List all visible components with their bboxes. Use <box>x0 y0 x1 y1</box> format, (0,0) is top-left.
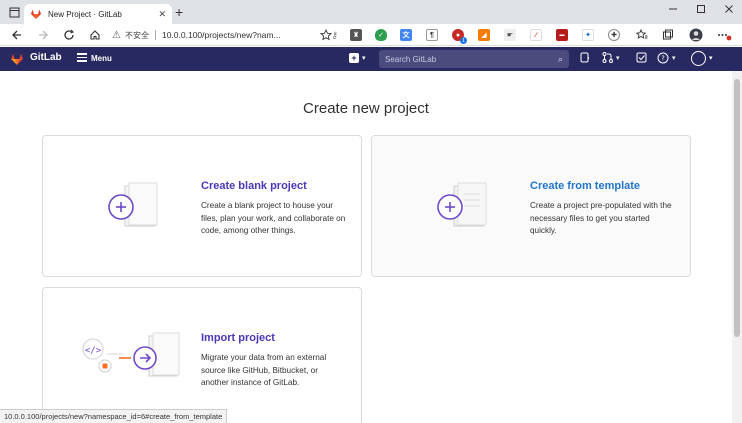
new-tab-button[interactable]: + <box>175 5 183 19</box>
extension-2-icon[interactable]: ¶ <box>426 29 438 41</box>
issues-icon[interactable] <box>580 52 590 66</box>
user-avatar[interactable] <box>691 51 706 66</box>
tab-actions-icon[interactable] <box>6 4 22 20</box>
window-close-icon[interactable] <box>724 4 734 17</box>
url-text[interactable]: 10.0.0.100/projects/new?nam... <box>162 30 327 40</box>
extensions-puzzle-icon[interactable]: ✚ <box>608 29 620 41</box>
browser-tab[interactable]: New Project · GitLab ✕ <box>24 4 172 24</box>
chevron-down-icon[interactable]: ▾ <box>616 54 620 62</box>
tab-close-icon[interactable]: ✕ <box>158 9 166 20</box>
gitlab-favicon-icon <box>31 9 41 19</box>
scrollbar-thumb[interactable] <box>734 79 740 337</box>
bookmark-star-icon[interactable] <box>318 27 334 43</box>
tab-title: New Project · GitLab <box>48 9 122 19</box>
browser-window: New Project · GitLab ✕ + ⚠ 不安全 10.0.0.10… <box>0 0 742 423</box>
insecure-label[interactable]: 不安全 <box>125 30 149 41</box>
hamburger-menu-icon[interactable] <box>77 53 87 63</box>
help-icon[interactable]: ? <box>657 52 669 67</box>
favorites-icon[interactable] <box>634 27 650 43</box>
card-title[interactable]: Create from template <box>530 180 640 192</box>
card-description: Create a project pre-populated with the … <box>530 201 672 235</box>
import-illustration-icon: </> <box>82 332 180 377</box>
search-icon[interactable]: ⌕ <box>558 54 563 65</box>
new-item-plus-icon[interactable]: + <box>349 53 359 63</box>
omnibox-divider <box>154 30 156 40</box>
gitlab-brand[interactable]: GitLab <box>30 52 62 63</box>
chevron-down-icon[interactable]: ▾ <box>672 54 676 62</box>
warning-icon[interactable]: ⚠ <box>112 30 121 41</box>
merge-requests-icon[interactable] <box>602 52 614 66</box>
gitlab-header: GitLab Menu + ▾ Search GitLab ⌕ ▾ ? ▾ ▾ <box>0 47 742 71</box>
gitlab-logo-icon[interactable] <box>10 52 24 66</box>
chevron-down-icon[interactable]: ▾ <box>362 54 366 62</box>
more-options-icon[interactable] <box>716 27 732 43</box>
profile-avatar-icon[interactable] <box>688 27 704 43</box>
minimize-icon[interactable] <box>668 4 678 17</box>
reload-icon[interactable] <box>61 27 77 43</box>
collections-icon[interactable] <box>660 27 676 43</box>
svg-text:?: ? <box>661 55 665 63</box>
search-input[interactable]: Search GitLab ⌕ <box>379 50 569 68</box>
extension-5-icon[interactable]: ☛ <box>504 29 516 41</box>
home-icon[interactable] <box>87 27 103 43</box>
create-blank-project-card[interactable]: Create blank project Create a blank proj… <box>42 135 362 277</box>
page-content: Create new project Create blank project … <box>0 71 742 423</box>
card-title[interactable]: Import project <box>201 332 275 344</box>
forward-icon[interactable] <box>35 27 51 43</box>
menu-button[interactable]: Menu <box>91 54 112 63</box>
vertical-scrollbar[interactable] <box>732 71 742 423</box>
template-illustration-icon <box>437 182 487 227</box>
extension-6-icon[interactable]: ∕ <box>530 29 542 41</box>
status-bar-url: 10.0.0.100/projects/new?namespace_id=6#c… <box>0 409 228 423</box>
import-project-card[interactable]: </> Import project Migrate your data fro… <box>42 287 362 423</box>
address-row: ⚠ 不安全 10.0.0.100/projects/new?nam... ⚷ ♜… <box>0 24 742 46</box>
blank-project-illustration-icon <box>108 182 158 227</box>
shield-extension-icon[interactable]: ✓ <box>375 29 387 41</box>
tab-strip: New Project · GitLab ✕ + <box>0 0 742 24</box>
search-placeholder[interactable]: Search GitLab <box>385 55 558 64</box>
card-title[interactable]: Create blank project <box>201 180 307 192</box>
translate-icon[interactable]: 文 <box>400 29 412 41</box>
page-title: Create new project <box>303 100 429 117</box>
extension-1-icon[interactable]: ♜ <box>350 29 362 41</box>
extension-8-icon[interactable]: ✦ <box>582 29 594 41</box>
back-icon[interactable] <box>9 27 25 43</box>
extension-7-icon[interactable]: ▬ <box>556 29 568 41</box>
todos-icon[interactable] <box>636 52 647 66</box>
extension-4-icon[interactable]: ◢ <box>478 29 490 41</box>
card-description: Migrate your data from an external sourc… <box>201 353 327 387</box>
card-description: Create a blank project to house your fil… <box>201 201 346 235</box>
svg-text:</>: </> <box>85 346 102 356</box>
maximize-icon[interactable] <box>696 4 706 17</box>
chevron-down-icon[interactable]: ▾ <box>709 54 713 62</box>
omnibox[interactable]: ⚠ 不安全 10.0.0.100/projects/new?nam... ⚷ <box>112 26 338 44</box>
create-from-template-card[interactable]: Create from template Create a project pr… <box>371 135 691 277</box>
extension-badge: 1 <box>460 37 467 44</box>
